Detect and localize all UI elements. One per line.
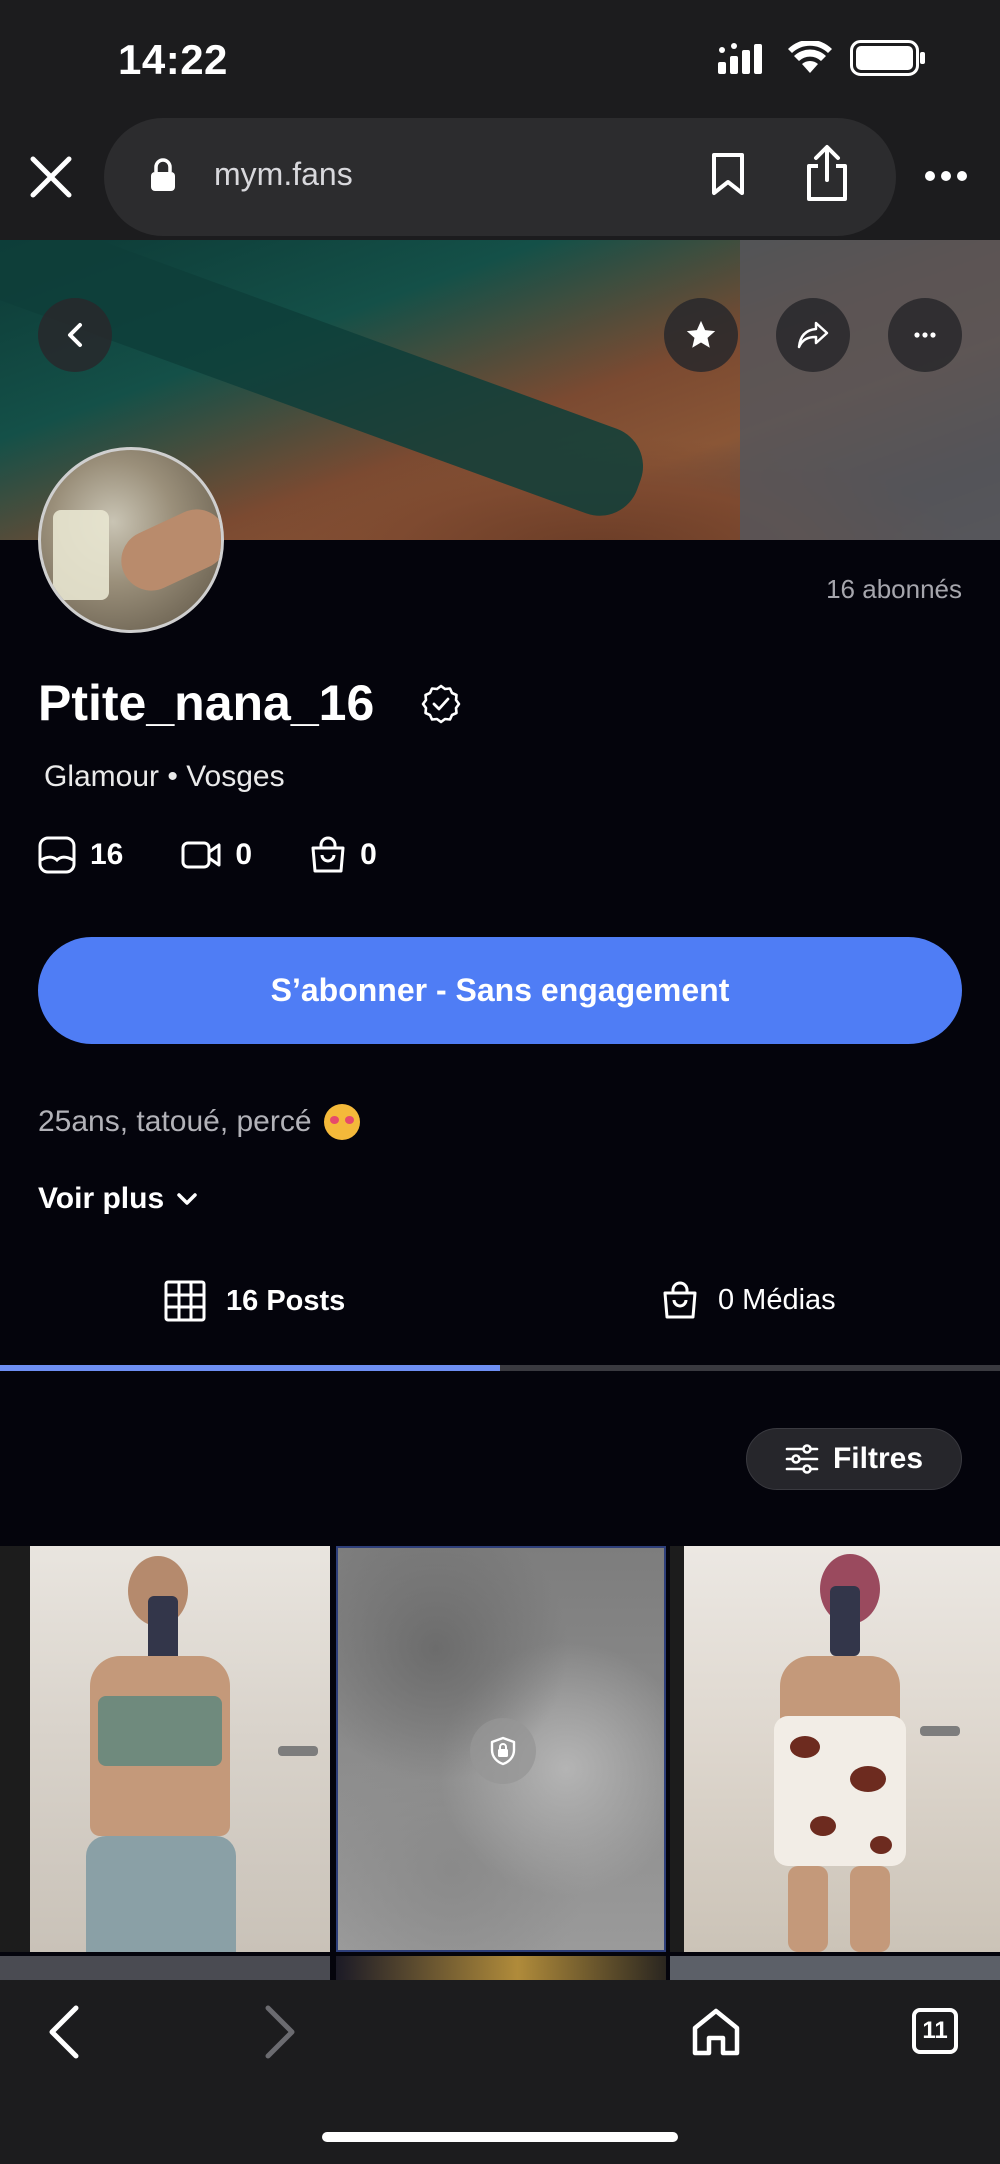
back-button[interactable]: [38, 298, 112, 372]
avatar-glass: [53, 510, 109, 600]
door-edge: [0, 1546, 30, 1952]
url-text: mym.fans: [214, 156, 353, 192]
signal-icon: [718, 43, 762, 74]
locked-post-badge: [470, 1718, 536, 1784]
status-bar: 14:22: [0, 0, 1000, 118]
tabs-count-button[interactable]: 11: [912, 2008, 958, 2054]
username: Ptite_nana_16: [38, 675, 375, 731]
see-more-label: Voir plus: [38, 1182, 165, 1215]
address-bar[interactable]: mym.fans: [104, 118, 896, 236]
subscriber-count: 16 abonnés: [826, 574, 962, 604]
print-spot: [850, 1766, 886, 1792]
door-handle: [278, 1746, 318, 1756]
avatar-leg: [111, 499, 221, 601]
shopping-bag-icon: [311, 836, 345, 873]
bio-text: 25ans, tatoué, percé: [38, 1105, 312, 1138]
tab-posts[interactable]: 16 Posts: [164, 1280, 345, 1322]
profile-category: Glamour • Vosges: [44, 760, 285, 793]
floral-skirt: [86, 1836, 236, 1952]
smiling-hearts-emoji-icon: [323, 1104, 360, 1140]
home-indicator: [322, 2132, 678, 2142]
door-edge: [670, 1546, 684, 1952]
print-spot: [790, 1736, 820, 1758]
browser-back-icon[interactable]: [46, 2004, 82, 2060]
profile-stats: 16 0 0: [38, 836, 435, 874]
video-icon: [181, 841, 221, 869]
filters-label: Filtres: [832, 1442, 924, 1475]
browser-toolbar: mym.fans: [0, 118, 1000, 240]
stat-videos: 0: [181, 838, 252, 872]
lock-shield-icon: [490, 1736, 516, 1766]
status-icons: [718, 40, 926, 76]
lock-icon: [151, 158, 175, 191]
subscribe-button[interactable]: S’abonner - Sans engagement: [38, 937, 962, 1044]
chevron-down-icon: [177, 1193, 197, 1205]
grid-icon: [164, 1280, 206, 1322]
locked-post-thumbnail[interactable]: [336, 1546, 666, 1952]
tab-active-indicator: [0, 1365, 500, 1371]
bio: 25ans, tatoué, percé: [38, 1104, 360, 1140]
phone: [830, 1586, 860, 1656]
star-icon: [686, 320, 716, 348]
profile-more-button[interactable]: [888, 298, 962, 372]
chevron-left-icon: [68, 323, 82, 347]
see-more-link[interactable]: Voir plus: [38, 1182, 198, 1216]
person-leg: [850, 1866, 890, 1952]
stat-photos: 16: [38, 836, 123, 874]
person-leg: [788, 1866, 828, 1952]
verified-badge-icon: [421, 684, 461, 724]
stat-shop-count: 0: [360, 838, 377, 871]
post-thumbnail-partial[interactable]: [670, 1956, 1000, 1980]
bag-icon: [663, 1281, 697, 1319]
print-spot: [870, 1836, 892, 1854]
stat-videos-count: 0: [235, 838, 253, 871]
home-icon[interactable]: [690, 2006, 742, 2058]
favorite-button[interactable]: [664, 298, 738, 372]
share-profile-button[interactable]: [776, 298, 850, 372]
sliders-icon: [785, 1444, 819, 1474]
post-thumbnail-partial[interactable]: [0, 1956, 330, 1980]
status-time: 14:22: [118, 36, 228, 83]
green-top: [98, 1696, 222, 1766]
cover-background: [740, 240, 1000, 540]
wifi-icon: [788, 41, 832, 73]
stat-shop: 0: [310, 836, 377, 874]
browser-forward-icon[interactable]: [262, 2004, 298, 2060]
share-arrow-icon: [797, 321, 829, 349]
door-handle: [920, 1726, 960, 1736]
ellipsis-icon: [914, 332, 936, 338]
browser-bottom-bar: 11: [0, 1980, 1000, 2164]
post-thumbnail-partial[interactable]: [336, 1956, 666, 1980]
tab-medias[interactable]: 0 Médias: [662, 1280, 836, 1320]
image-icon: [38, 836, 76, 874]
tab-medias-label: 0 Médias: [718, 1283, 836, 1316]
post-thumbnail[interactable]: [0, 1546, 330, 1952]
filters-button[interactable]: Filtres: [746, 1428, 962, 1490]
battery-icon: [850, 40, 925, 76]
close-icon[interactable]: [28, 154, 74, 200]
print-spot: [810, 1816, 836, 1836]
avatar[interactable]: [38, 447, 224, 633]
stat-photos-count: 16: [90, 838, 124, 871]
tab-posts-label: 16 Posts: [226, 1284, 346, 1317]
more-options-icon[interactable]: [924, 170, 968, 182]
bookmark-icon[interactable]: [710, 152, 746, 196]
share-icon[interactable]: [804, 144, 850, 202]
post-thumbnail[interactable]: [670, 1546, 1000, 1952]
